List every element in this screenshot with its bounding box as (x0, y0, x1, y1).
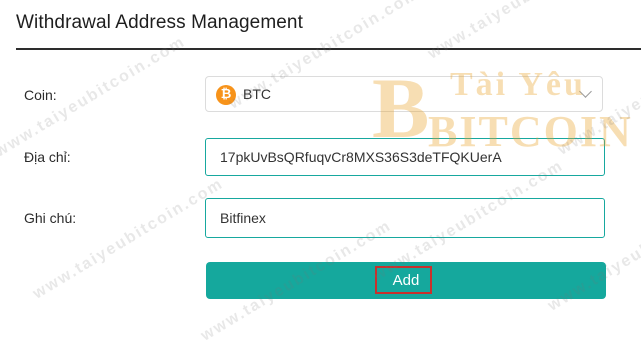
note-row: Ghi chú: (0, 198, 641, 238)
coin-row: Coin: ₿ BTC (0, 76, 641, 114)
address-row: Địa chỉ: (0, 138, 641, 176)
chevron-down-icon[interactable] (579, 85, 592, 98)
note-label: Ghi chú: (24, 210, 77, 226)
title-divider (16, 48, 641, 50)
coin-selected-value: BTC (243, 86, 271, 102)
watermark-text: www.taiyeubitcoin.com (425, 0, 622, 63)
add-button[interactable]: Add (206, 262, 606, 299)
coin-label: Coin: (24, 87, 57, 103)
page-title: Withdrawal Address Management (16, 12, 303, 33)
withdrawal-address-page: Withdrawal Address Management Coin: ₿ BT… (0, 0, 641, 345)
coin-select[interactable]: ₿ BTC (205, 76, 603, 112)
address-label: Địa chỉ: (24, 149, 71, 165)
note-input[interactable] (205, 198, 605, 238)
address-input[interactable] (205, 138, 605, 176)
bitcoin-icon: ₿ (216, 85, 236, 105)
watermark-text: www.taiyeubitcoin.com (30, 175, 227, 303)
